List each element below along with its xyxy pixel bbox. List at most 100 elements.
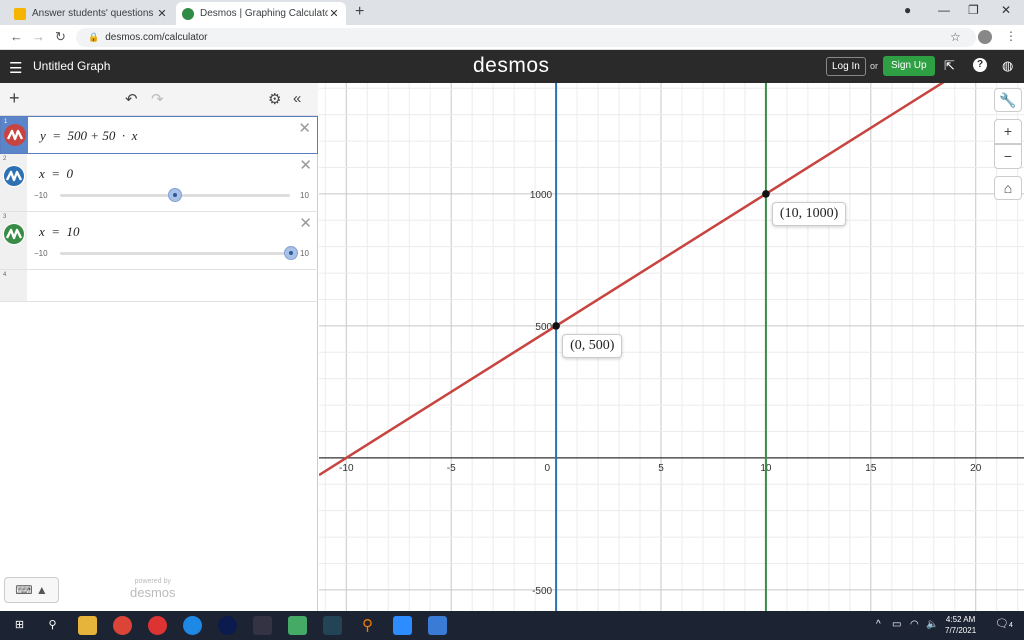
url-text: desmos.com/calculator bbox=[105, 32, 208, 43]
x-tick-label: -5 bbox=[447, 463, 456, 474]
close-window-icon[interactable]: ✕ bbox=[1001, 3, 1011, 17]
settings-gear-icon[interactable]: ⚙ bbox=[268, 90, 281, 108]
powered-by-desmos: powered by desmos bbox=[130, 578, 176, 600]
app-icon[interactable] bbox=[323, 616, 342, 635]
app-icon[interactable] bbox=[288, 616, 307, 635]
point-coordinate-label[interactable]: (0, 500) bbox=[562, 333, 623, 358]
expression-input[interactable]: y = 500 + 50 · x bbox=[40, 128, 137, 144]
undo-icon[interactable]: ↶ bbox=[125, 90, 138, 108]
browser-menu-icon[interactable]: ⋮ bbox=[1005, 29, 1017, 43]
zoom-in-button[interactable]: + bbox=[994, 119, 1022, 144]
redo-icon[interactable]: ↷ bbox=[151, 90, 164, 108]
battery-icon[interactable]: ▭ bbox=[892, 619, 901, 630]
share-icon[interactable]: ⇱ bbox=[944, 58, 955, 74]
slider-max[interactable]: 10 bbox=[300, 191, 309, 200]
home-zoom-icon[interactable]: ⌂ bbox=[994, 176, 1022, 200]
restore-icon[interactable]: ❐ bbox=[968, 3, 979, 17]
x-tick-label: -10 bbox=[339, 463, 354, 474]
minimize-icon[interactable]: — bbox=[938, 3, 950, 17]
expression-toolbar: + ↶ ↷ ⚙ « bbox=[0, 83, 318, 116]
slider-track[interactable] bbox=[60, 252, 290, 255]
search-app-icon[interactable]: ⚲ bbox=[358, 616, 377, 635]
forward-icon[interactable]: → bbox=[32, 29, 45, 44]
expression-input[interactable]: x = 0 bbox=[39, 166, 73, 182]
slider-handle[interactable] bbox=[168, 188, 182, 202]
back-icon[interactable]: ← bbox=[10, 29, 23, 44]
reload-icon[interactable]: ↻ bbox=[55, 29, 66, 45]
tab-close-icon[interactable]: ✕ bbox=[328, 7, 340, 20]
slider-min[interactable]: −10 bbox=[34, 249, 48, 258]
slider-min[interactable]: −10 bbox=[34, 191, 48, 200]
graph-title[interactable]: Untitled Graph bbox=[33, 59, 110, 73]
delete-expression-icon[interactable]: ✕ bbox=[299, 214, 312, 232]
new-tab-button[interactable]: + bbox=[355, 3, 364, 21]
desmos-favicon-icon bbox=[182, 7, 194, 20]
graph-style-icon[interactable] bbox=[3, 223, 25, 245]
app-icon[interactable] bbox=[428, 616, 447, 635]
zoom-app-icon[interactable] bbox=[393, 616, 412, 635]
powered-by-label: powered by bbox=[134, 578, 171, 585]
address-bar: ← → ↻ 🔒 desmos.com/calculator ☆ ⋮ bbox=[0, 25, 1024, 50]
expression-input[interactable]: x = 10 bbox=[39, 224, 80, 240]
function-line-series bbox=[319, 83, 945, 477]
desmos-logo: desmos bbox=[473, 54, 550, 77]
delete-expression-icon[interactable]: ✕ bbox=[299, 156, 312, 174]
windows-taskbar: ⊞ ⚲ ⚲ ^ ▭ ◠ 🔈 4:52 AM 7/7/2021 🗨4 bbox=[0, 611, 1024, 640]
y-tick-label: 1000 bbox=[530, 190, 553, 201]
app-icon[interactable] bbox=[183, 616, 202, 635]
slider-max[interactable]: 10 bbox=[300, 249, 309, 258]
app-icon[interactable] bbox=[253, 616, 272, 635]
tab-close-icon[interactable]: ✕ bbox=[156, 7, 168, 20]
powered-by-logo: desmos bbox=[130, 585, 176, 600]
graph-style-icon[interactable] bbox=[4, 124, 26, 146]
expression-row[interactable]: 3 x = 10 ✕ −10 10 bbox=[0, 212, 318, 270]
volume-icon[interactable]: 🔈 bbox=[926, 619, 938, 630]
account-avatar-icon[interactable] bbox=[978, 30, 992, 44]
expression-row-empty[interactable]: 4 bbox=[0, 270, 318, 302]
system-clock[interactable]: 4:52 AM 7/7/2021 bbox=[945, 614, 976, 636]
login-button[interactable]: Log In bbox=[826, 57, 866, 76]
keyboard-toggle-button[interactable]: ⌨ ▲ bbox=[4, 577, 59, 603]
tray-chevron-icon[interactable]: ^ bbox=[876, 619, 881, 630]
keyboard-icon: ⌨ ▲ bbox=[15, 583, 48, 597]
collapse-panel-icon[interactable]: « bbox=[293, 90, 301, 107]
notification-count: 4 bbox=[1008, 622, 1013, 629]
slider-handle[interactable] bbox=[284, 246, 298, 260]
notifications-icon[interactable]: 🗨4 bbox=[995, 617, 1013, 630]
x-tick-label: 15 bbox=[865, 463, 877, 474]
wifi-icon[interactable]: ◠ bbox=[910, 619, 919, 630]
graph-style-icon[interactable] bbox=[3, 165, 25, 187]
profile-icon[interactable]: ● bbox=[904, 3, 911, 17]
graph-settings-wrench-icon[interactable]: 🔧 bbox=[994, 88, 1022, 112]
file-explorer-icon[interactable] bbox=[78, 616, 97, 635]
hamburger-icon[interactable]: ☰ bbox=[9, 59, 22, 77]
help-icon[interactable]: ? bbox=[973, 58, 987, 72]
signup-button[interactable]: Sign Up bbox=[883, 56, 935, 76]
browser-tab-active[interactable]: Desmos | Graphing Calculator ✕ bbox=[176, 2, 346, 25]
expression-row[interactable]: 2 x = 0 ✕ −10 10 bbox=[0, 154, 318, 212]
expression-index: 4 bbox=[0, 270, 27, 301]
x-tick-label: 20 bbox=[970, 463, 982, 474]
or-label: or bbox=[870, 61, 879, 71]
lock-icon: 🔒 bbox=[88, 32, 100, 42]
browser-tab[interactable]: Answer students' questions and ✕ bbox=[8, 2, 174, 25]
y-tick-label: -500 bbox=[532, 586, 552, 597]
y-tick-label: 500 bbox=[535, 322, 552, 333]
bookmark-star-icon[interactable]: ☆ bbox=[950, 30, 961, 44]
graph-canvas[interactable]: -10-5051015201000500-500 bbox=[319, 83, 1024, 611]
app-icon[interactable] bbox=[148, 616, 167, 635]
language-globe-icon[interactable]: ◍ bbox=[1002, 58, 1013, 74]
graph-paper[interactable]: -10-5051015201000500-500 bbox=[319, 83, 1024, 611]
delete-expression-icon[interactable]: ✕ bbox=[298, 119, 311, 137]
start-windows-icon[interactable]: ⊞ bbox=[10, 616, 29, 635]
site-favicon-icon bbox=[14, 7, 26, 20]
expression-row[interactable]: 1 y = 500 + 50 · x ✕ bbox=[0, 116, 318, 154]
point-coordinate-label[interactable]: (10, 1000) bbox=[771, 201, 847, 226]
chrome-icon[interactable] bbox=[113, 616, 132, 635]
url-field[interactable]: 🔒 desmos.com/calculator bbox=[76, 28, 976, 47]
search-icon[interactable]: ⚲ bbox=[43, 616, 62, 635]
app-icon[interactable] bbox=[218, 616, 237, 635]
tab-title: Answer students' questions and bbox=[32, 8, 156, 19]
add-expression-icon[interactable]: + bbox=[9, 88, 20, 109]
zoom-out-button[interactable]: − bbox=[994, 144, 1022, 169]
